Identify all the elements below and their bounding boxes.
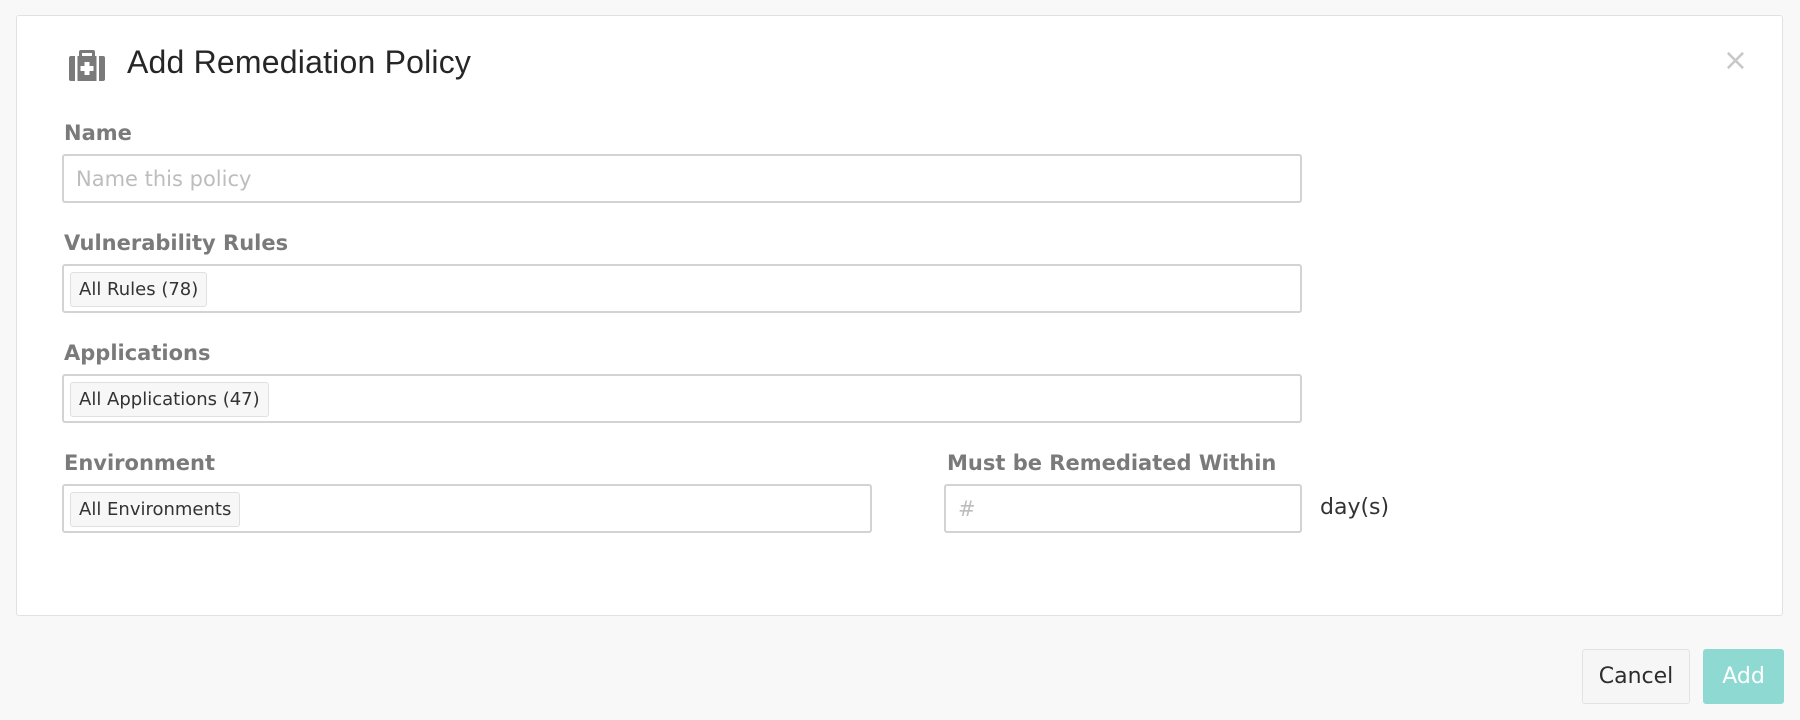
dialog-title: Add Remediation Policy: [127, 44, 472, 80]
applications-chip[interactable]: All Applications (47): [70, 382, 269, 417]
applications-label: Applications: [64, 341, 211, 365]
name-input[interactable]: [64, 156, 1300, 201]
remediate-within-input[interactable]: [946, 486, 1300, 531]
environment-chip[interactable]: All Environments: [70, 492, 241, 527]
remediate-within-label: Must be Remediated Within: [947, 451, 1277, 475]
environment-label: Environment: [64, 451, 216, 475]
vulnerability-rules-label: Vulnerability Rules: [64, 231, 289, 255]
vulnerability-rules-select[interactable]: All Rules (78): [62, 264, 1302, 313]
days-unit-label: day(s): [1320, 495, 1390, 520]
first-aid-kit-icon: [67, 44, 107, 84]
environment-select[interactable]: All Environments: [62, 484, 872, 533]
add-button[interactable]: Add: [1703, 649, 1784, 704]
vulnerability-rules-chip[interactable]: All Rules (78): [70, 272, 208, 307]
cancel-button[interactable]: Cancel: [1582, 649, 1690, 704]
applications-select[interactable]: All Applications (47): [62, 374, 1302, 423]
name-label: Name: [64, 121, 132, 145]
name-field-box: [62, 154, 1302, 203]
close-icon[interactable]: ×: [1723, 46, 1748, 76]
remediate-within-box: [944, 484, 1302, 533]
